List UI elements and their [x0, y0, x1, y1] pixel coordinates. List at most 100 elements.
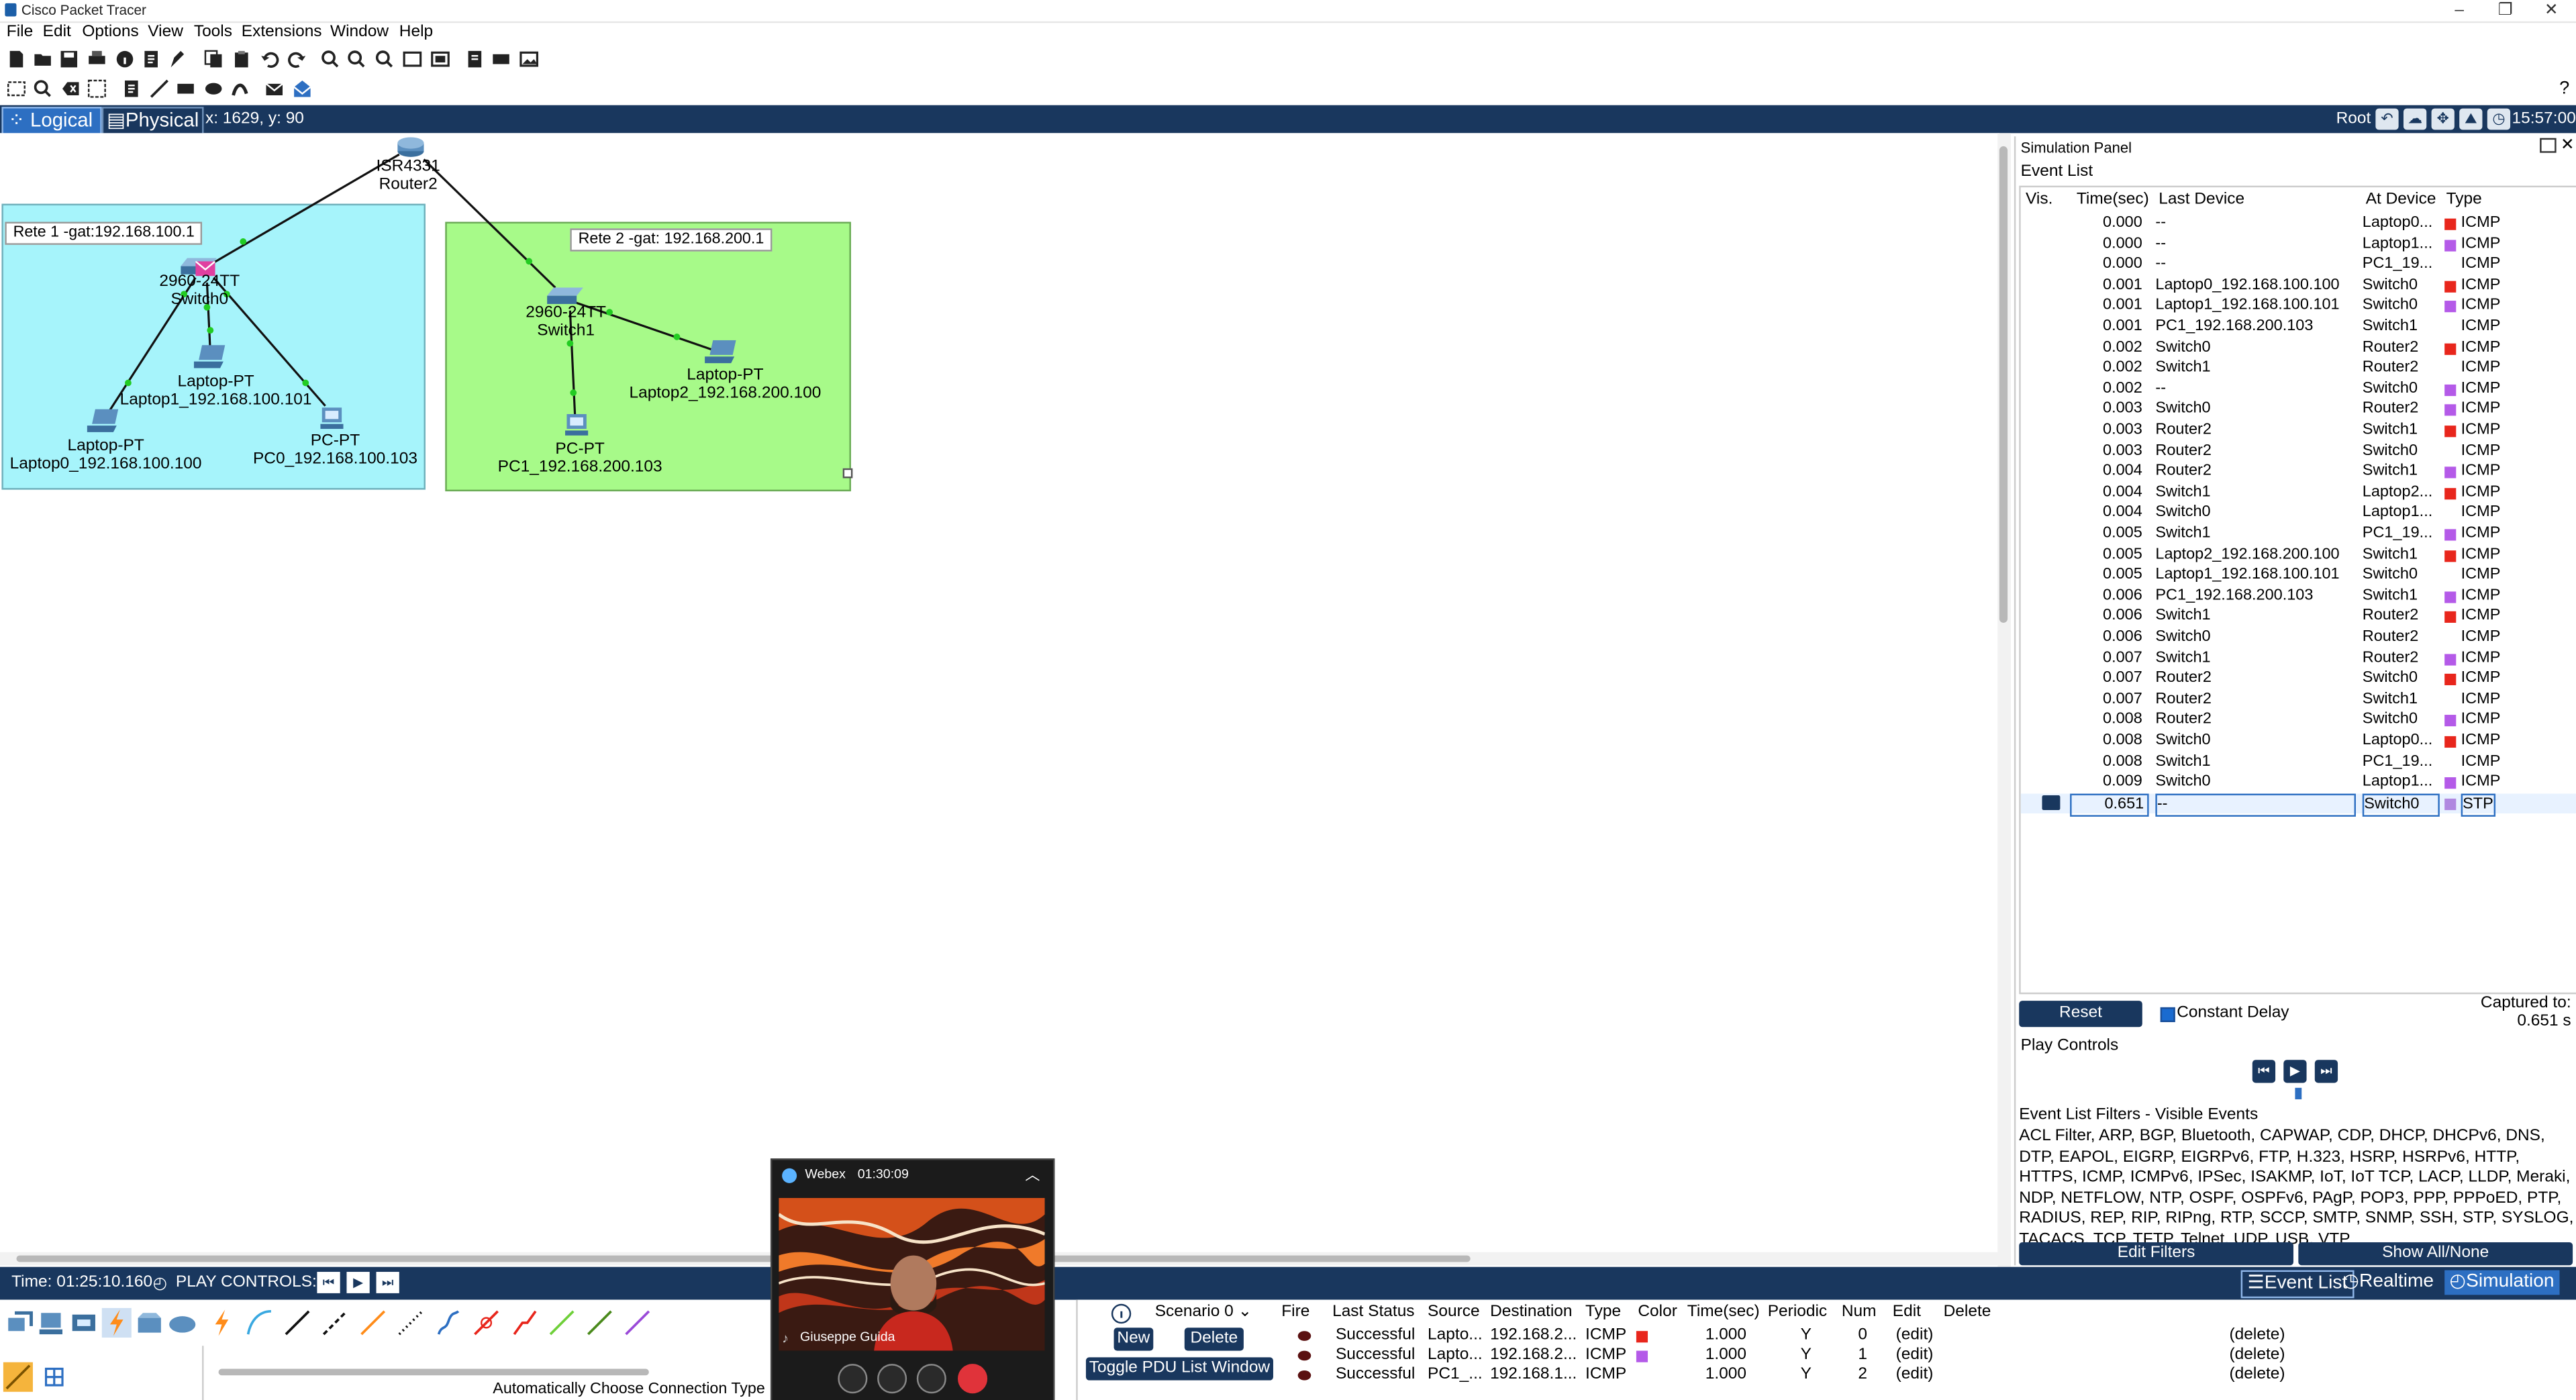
copper-straight-icon[interactable]	[283, 1308, 312, 1338]
freeform-icon[interactable]	[230, 79, 250, 99]
tab-physical[interactable]: ▤Physical	[101, 107, 204, 135]
fiber-icon[interactable]	[358, 1308, 388, 1338]
share-button[interactable]	[916, 1364, 946, 1394]
menu-extensions[interactable]: Extensions	[242, 23, 322, 41]
custom-devices-icon[interactable]	[430, 49, 450, 68]
new-file-icon[interactable]	[7, 49, 26, 68]
event-row[interactable]: 0.001 Laptop0_192.168.100.100 Switch0 ICMP	[2021, 276, 2576, 297]
show-all-none-button[interactable]: Show All/None	[2298, 1242, 2573, 1266]
play-icon[interactable]: ▶	[2283, 1060, 2307, 1083]
pc-icon[interactable]	[565, 413, 589, 437]
close-panel-icon[interactable]: ✕	[2561, 136, 2575, 154]
event-row[interactable]: 0.651 -- Switch0 STP	[2020, 793, 2576, 817]
switch-icon[interactable]	[547, 287, 583, 304]
complex-pdu-icon[interactable]	[293, 79, 312, 99]
eye-icon[interactable]	[2042, 795, 2061, 810]
cluster-icon[interactable]: ☁	[2403, 108, 2427, 130]
scroll-thumb[interactable]	[16, 1255, 1471, 1262]
event-row[interactable]: 0.006 PC1_192.168.200.103 Switch1 ICMP	[2021, 587, 2576, 607]
event-row[interactable]: 0.004 Switch0 Laptop1... ICMP	[2021, 503, 2576, 524]
event-row[interactable]: 0.004 Switch1 Laptop2... ICMP	[2021, 483, 2576, 503]
event-row[interactable]: 0.006 Switch1 Router2 ICMP	[2021, 607, 2576, 628]
connections-icon[interactable]	[101, 1307, 132, 1338]
pdu-edit-link[interactable]: (edit)	[1896, 1366, 1934, 1385]
event-row[interactable]: 0.008 Switch0 Laptop0... ICMP	[2021, 732, 2576, 752]
laptop-icon[interactable]	[705, 340, 741, 365]
webex-meeting-window[interactable]: Webex 01:30:09 ︿ ♪ Giuseppe Guida	[770, 1158, 1055, 1400]
menu-window[interactable]: Window	[330, 23, 389, 41]
back-icon[interactable]: ↶	[2375, 108, 2399, 130]
delete-icon[interactable]	[61, 79, 81, 99]
event-row[interactable]: 0.001 PC1_192.168.200.103 Switch1 ICMP	[2021, 317, 2576, 338]
bottom-back-icon[interactable]: ⏮	[317, 1272, 340, 1293]
pdu-row[interactable]: Successful Lapto... 192.168.2... ICMP 1.000 Y…	[1078, 1346, 2576, 1365]
event-row[interactable]: 0.003 Router2 Switch1 ICMP	[2021, 421, 2576, 442]
tab-logical[interactable]: ⁘ Logical	[1, 107, 102, 135]
event-row[interactable]: 0.007 Switch1 Router2 ICMP	[2021, 648, 2576, 669]
event-row[interactable]: 0.004 Router2 Switch1 ICMP	[2021, 462, 2576, 483]
image-icon[interactable]	[519, 49, 538, 68]
pen-icon[interactable]	[168, 49, 187, 68]
end-devices-icon[interactable]	[36, 1308, 66, 1338]
bottom-play-icon[interactable]: ▶	[346, 1272, 370, 1293]
auto-connection-icon[interactable]	[207, 1308, 236, 1338]
event-row[interactable]: 0.002 Switch0 Router2 ICMP	[2021, 338, 2576, 358]
components-icon[interactable]	[69, 1308, 99, 1338]
leave-meeting-button[interactable]	[958, 1364, 988, 1394]
event-row[interactable]: 0.005 Laptop2_192.168.200.100 Switch1 ICMP	[2021, 545, 2576, 566]
menu-options[interactable]: Options	[82, 23, 138, 41]
paste-icon[interactable]	[232, 49, 251, 68]
minimize-button[interactable]: –	[2434, 0, 2483, 21]
restore-panel-icon[interactable]	[2540, 138, 2557, 153]
viewport-icon[interactable]	[465, 49, 485, 68]
undo-icon[interactable]	[260, 49, 279, 68]
event-row[interactable]: 0.000 -- PC1_19... ICMP	[2021, 255, 2576, 276]
resize-icon[interactable]	[87, 79, 107, 99]
pdu-row[interactable]: Successful Lapto... 192.168.2... ICMP 1.000 Y…	[1078, 1326, 2576, 1346]
event-row[interactable]: 0.008 Switch1 PC1_19... ICMP	[2021, 752, 2576, 772]
pdu-row[interactable]: Successful PC1_... 192.168.1... ICMP 1.000 Y 2…	[1078, 1366, 2576, 1385]
miscellaneous-icon[interactable]	[135, 1308, 164, 1338]
edit-filters-button[interactable]: Edit Filters	[2019, 1242, 2293, 1266]
drawing-palette-icon[interactable]	[403, 49, 422, 68]
select-icon[interactable]	[7, 79, 26, 99]
line-draw-icon[interactable]	[150, 79, 169, 99]
serial-dce-icon[interactable]	[471, 1308, 501, 1338]
zoom-reset-icon[interactable]	[346, 49, 366, 68]
menu-view[interactable]: View	[148, 23, 183, 41]
event-row[interactable]: 0.002 -- Switch0 ICMP	[2021, 379, 2576, 400]
help-icon[interactable]: ?	[2559, 79, 2569, 99]
multiuser-icon[interactable]	[168, 1308, 197, 1338]
connection-selected-icon[interactable]	[3, 1362, 33, 1392]
coaxial-icon[interactable]	[434, 1308, 463, 1338]
pdu-delete-link[interactable]: (delete)	[2230, 1366, 2285, 1385]
step-forward-icon[interactable]: ⏭	[2314, 1060, 2338, 1083]
realtime-mode-tab[interactable]: ◷Realtime	[2338, 1270, 2438, 1295]
event-row[interactable]: 0.007 Router2 Switch1 ICMP	[2021, 690, 2576, 711]
simple-pdu-icon[interactable]	[264, 79, 284, 99]
fire-icon[interactable]	[1297, 1370, 1311, 1381]
close-window-button[interactable]: ✕	[2527, 0, 2576, 21]
laptop-icon[interactable]	[87, 409, 123, 434]
event-row[interactable]: 0.008 Router2 Switch0 ICMP	[2021, 711, 2576, 732]
activity-wizard-icon[interactable]	[142, 49, 161, 68]
print-icon[interactable]	[87, 49, 107, 68]
scenario-select[interactable]: Scenario 0 ⌄	[1155, 1303, 1252, 1321]
maximize-button[interactable]: ❐	[2481, 0, 2530, 21]
menu-help[interactable]: Help	[399, 23, 433, 41]
workspace-vertical-scrollbar[interactable]	[1997, 133, 2011, 1267]
console-cable-icon[interactable]	[245, 1308, 275, 1338]
phone-cable-icon[interactable]	[396, 1308, 426, 1338]
event-row[interactable]: 0.001 Laptop1_192.168.100.101 Switch0 ICMP	[2021, 297, 2576, 317]
simulation-mode-tab[interactable]: ◴Simulation	[2444, 1270, 2559, 1295]
scroll-thumb[interactable]	[1999, 146, 2008, 623]
reset-simulation-button[interactable]: Reset Simulation	[2019, 1001, 2142, 1048]
ellipse-icon[interactable]	[204, 79, 224, 99]
menu-edit[interactable]: Edit	[43, 23, 71, 41]
pdu-delete-link[interactable]: (delete)	[2230, 1326, 2285, 1346]
event-row[interactable]: 0.005 Switch1 PC1_19... ICMP	[2021, 524, 2576, 545]
navigation-icon[interactable]: ✥	[2431, 108, 2455, 130]
save-icon[interactable]	[59, 49, 79, 68]
event-row[interactable]: 0.006 Switch0 Router2 ICMP	[2021, 628, 2576, 648]
playback-speed-slider[interactable]	[2295, 1087, 2302, 1099]
